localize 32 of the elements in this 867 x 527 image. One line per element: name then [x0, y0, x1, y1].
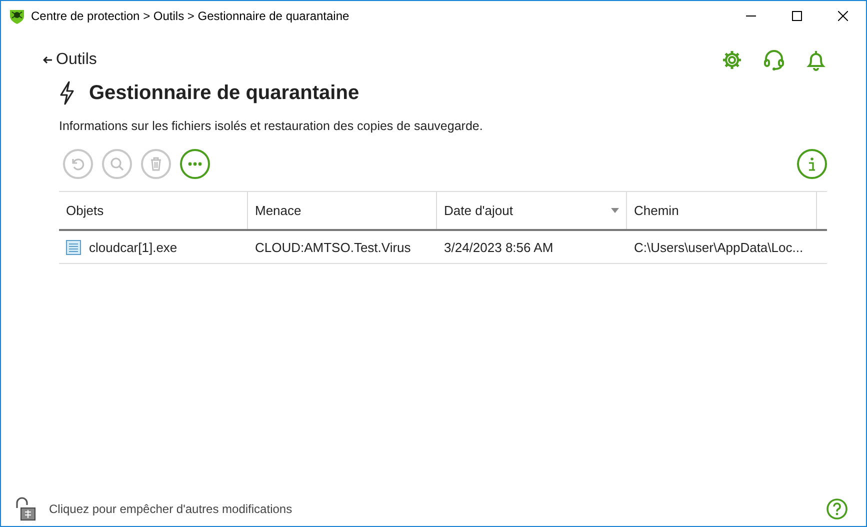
window-title: Centre de protection > Outils > Gestionnaire de quarantaine [31, 9, 350, 23]
info-button[interactable] [797, 149, 827, 179]
sort-caret-icon [611, 208, 619, 213]
search-icon [109, 156, 125, 172]
help-icon[interactable] [826, 498, 848, 520]
table-cell-text: 3/24/2023 8:56 AM [443, 238, 554, 256]
column-header[interactable]: Date d'ajout [437, 192, 627, 229]
more-button[interactable] [180, 149, 210, 179]
notification-bell-icon[interactable] [805, 49, 827, 71]
page-title: Gestionnaire de quarantaine [89, 82, 360, 104]
column-header[interactable]: Menace [248, 192, 437, 229]
table-cell: cloudcar[1].exe [59, 231, 248, 263]
table-cell-text: CLOUD:AMTSO.Test.Virus [254, 238, 412, 256]
page-description: Informations sur les fichiers isolés et restauration des copies de sauvegarde. [59, 119, 484, 133]
unlocked-padlock-icon[interactable] [15, 497, 37, 521]
more-icon [188, 162, 202, 166]
lightning-icon [59, 81, 75, 105]
back-link[interactable]: Outils [43, 51, 97, 69]
column-header[interactable]: Objets [59, 192, 248, 229]
trash-icon [148, 156, 164, 172]
back-arrow-icon [43, 55, 53, 65]
table-cell-text: C:\Users\user\AppData\Loc... [633, 238, 804, 257]
status-text[interactable]: Cliquez pour empêcher d'autres modifications [49, 502, 826, 516]
file-icon [66, 240, 81, 254]
headset-icon[interactable] [763, 49, 785, 71]
column-header[interactable]: Chemin [627, 192, 817, 229]
maximize-icon [792, 11, 802, 21]
shield-logo-icon [9, 8, 25, 24]
info-icon [808, 157, 816, 171]
close-icon [838, 11, 848, 21]
settings-icon[interactable] [721, 49, 743, 71]
undo-icon [70, 156, 86, 172]
